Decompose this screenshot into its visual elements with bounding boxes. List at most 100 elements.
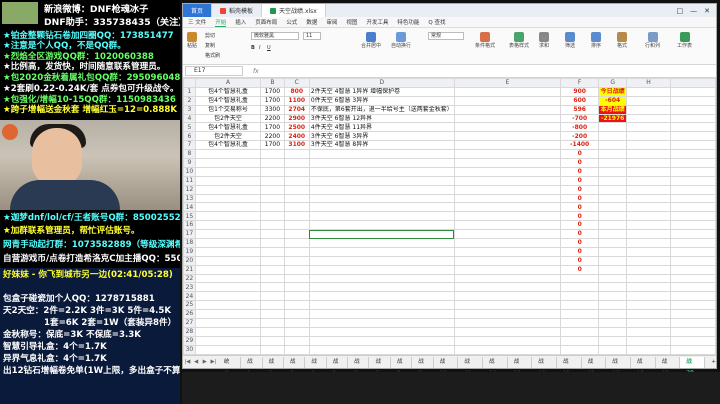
cell[interactable] [260, 166, 285, 177]
profit-cell[interactable]: 0 [560, 193, 600, 204]
cell[interactable] [669, 335, 716, 346]
profit-cell[interactable]: -800 [560, 122, 600, 133]
spent-cell[interactable]: 3100 [283, 140, 310, 151]
cell[interactable] [260, 149, 285, 160]
cell[interactable] [453, 300, 562, 311]
sheet-tab[interactable]: 战15 [557, 356, 582, 376]
cell[interactable] [598, 131, 628, 142]
cell[interactable] [626, 264, 671, 275]
cell[interactable] [669, 158, 716, 168]
profit-cell[interactable] [560, 318, 600, 328]
cell[interactable] [308, 309, 455, 320]
cell[interactable] [453, 238, 562, 248]
row-header[interactable]: 20 [183, 255, 196, 266]
cell[interactable] [626, 149, 671, 160]
cost-cell[interactable]: 1700 [260, 86, 285, 97]
row-header[interactable]: 5 [183, 122, 196, 133]
font-size-select[interactable]: 11 [303, 32, 321, 40]
cell[interactable] [598, 202, 628, 213]
sort-button[interactable]: 排序 [591, 32, 601, 49]
profit-cell[interactable] [560, 273, 600, 284]
cell[interactable] [194, 255, 262, 266]
cell[interactable] [669, 309, 716, 320]
cell[interactable] [308, 273, 455, 284]
cell[interactable] [283, 158, 310, 168]
cell[interactable] [453, 309, 562, 320]
cell[interactable] [626, 282, 671, 293]
column-header[interactable]: G [598, 78, 628, 88]
cell[interactable] [283, 220, 310, 231]
cell[interactable] [308, 238, 455, 248]
cell[interactable] [598, 238, 628, 248]
cell[interactable] [598, 309, 628, 320]
cell[interactable] [453, 193, 562, 204]
cell[interactable] [260, 273, 285, 284]
cost-cell[interactable]: 1700 [260, 95, 285, 106]
cell[interactable] [308, 291, 455, 302]
sheet-tab[interactable]: 战14 [532, 356, 557, 376]
cell[interactable] [308, 220, 455, 231]
cell[interactable] [453, 202, 562, 213]
cell[interactable] [260, 291, 285, 302]
row-header[interactable]: 2 [183, 95, 196, 106]
cell[interactable] [669, 122, 716, 133]
cell[interactable] [283, 238, 310, 248]
cell[interactable] [260, 335, 285, 346]
tab-home[interactable]: 首页 [183, 4, 213, 17]
sheet-tab[interactable]: 战20 [680, 356, 706, 376]
spent-cell[interactable]: 2400 [283, 131, 310, 142]
cell[interactable] [669, 264, 716, 275]
sheet-tab[interactable]: 战9 [412, 356, 434, 376]
cell[interactable] [453, 175, 562, 186]
cell[interactable] [283, 318, 310, 328]
menu-item[interactable]: 公式 [286, 18, 297, 26]
sheet-tab[interactable]: 战8 [391, 356, 413, 376]
cell[interactable] [453, 149, 562, 160]
cell[interactable] [308, 158, 455, 168]
sheet-tab[interactable]: 战18 [631, 356, 656, 376]
cell[interactable] [598, 344, 628, 355]
cell[interactable] [626, 184, 671, 195]
column-header[interactable] [183, 78, 196, 88]
cell[interactable] [626, 158, 671, 168]
cell[interactable] [194, 246, 262, 257]
note-cell[interactable]: 2件天空 4智慧 1异界 增幅保护卷 [308, 86, 455, 97]
cell[interactable] [453, 246, 562, 257]
fx-icon[interactable]: fx [253, 68, 259, 75]
cell[interactable] [626, 131, 671, 142]
profit-cell[interactable]: 0 [560, 238, 600, 248]
conditional-format-button[interactable]: 条件格式 [475, 32, 495, 49]
filter-button[interactable]: 筛选 [565, 32, 575, 49]
spent-cell[interactable]: 2900 [283, 113, 310, 124]
cell[interactable] [260, 184, 285, 195]
cell[interactable] [626, 326, 671, 337]
cell[interactable] [283, 344, 310, 355]
note-cell[interactable]: 3件天空 6智慧 12异界 [308, 113, 455, 124]
cell[interactable] [669, 184, 716, 195]
cell[interactable] [669, 246, 716, 257]
column-header[interactable]: B [260, 78, 285, 88]
cell[interactable] [669, 229, 716, 240]
cell[interactable] [308, 282, 455, 293]
cell[interactable] [626, 300, 671, 311]
row-header[interactable]: 18 [183, 238, 196, 248]
cell[interactable] [194, 326, 262, 337]
number-format-select[interactable]: 常规 [428, 32, 464, 40]
cell[interactable] [283, 246, 310, 257]
column-header[interactable]: E [453, 78, 562, 88]
cell[interactable] [453, 255, 562, 266]
cell[interactable] [669, 211, 716, 222]
cell[interactable] [598, 255, 628, 266]
menu-item[interactable]: 审阅 [326, 18, 337, 26]
cell[interactable] [308, 344, 455, 355]
cell[interactable] [669, 95, 716, 106]
profit-cell[interactable]: 0 [560, 255, 600, 266]
row-header[interactable]: 22 [183, 273, 196, 284]
cut-button[interactable]: 剪切 [205, 32, 215, 39]
cell[interactable] [194, 211, 262, 222]
cell[interactable] [598, 282, 628, 293]
copy-button[interactable]: 复制 [205, 42, 215, 49]
profit-cell[interactable]: -200 [560, 131, 600, 142]
cell[interactable] [308, 184, 455, 195]
cell[interactable] [598, 211, 628, 222]
